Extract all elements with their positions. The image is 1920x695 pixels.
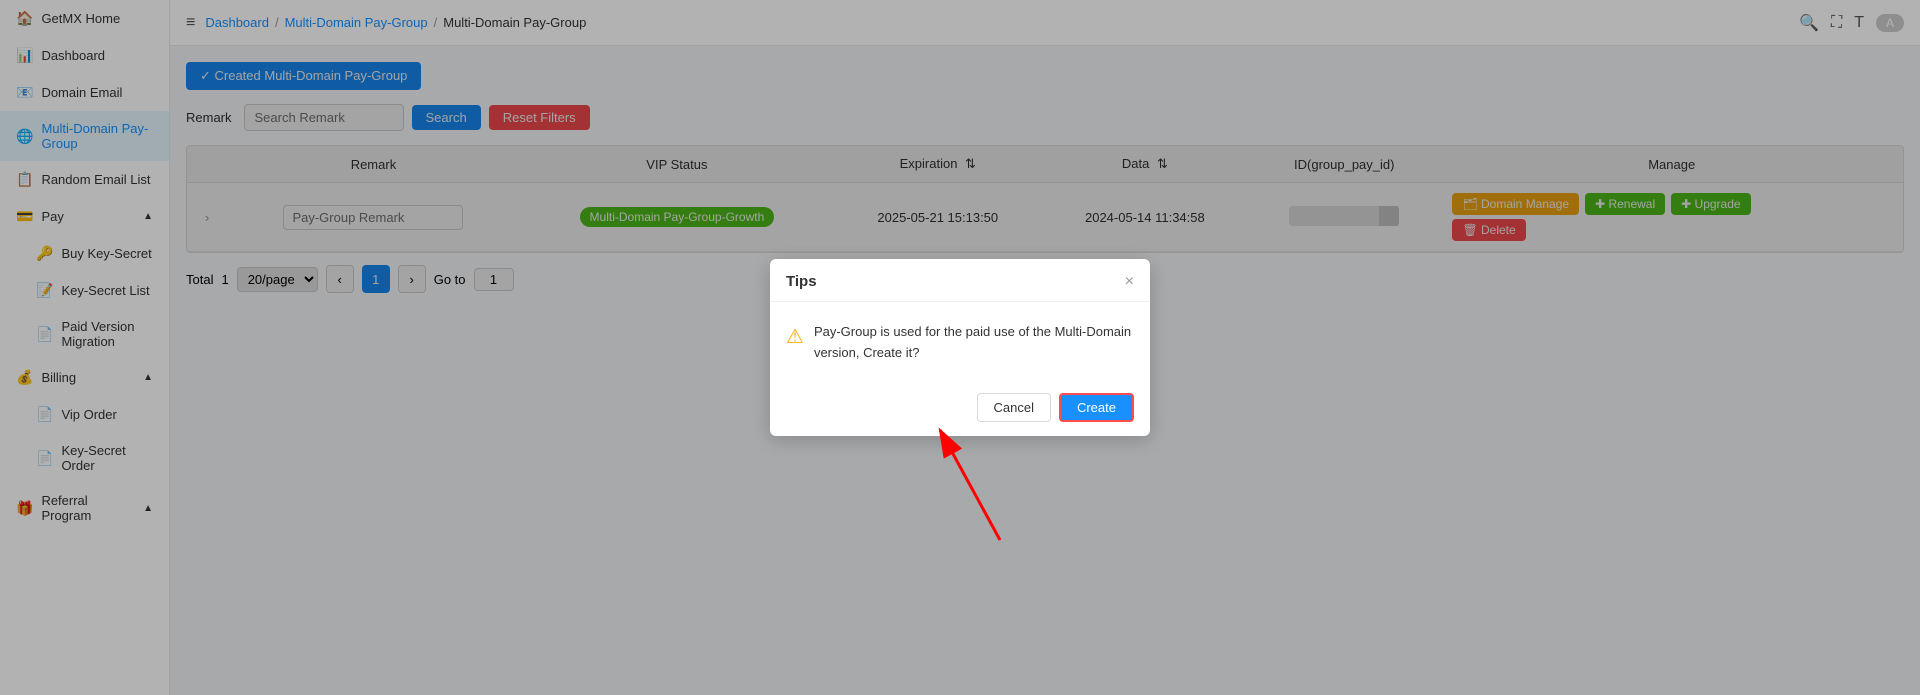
cancel-button[interactable]: Cancel: [977, 393, 1051, 422]
modal-body: ⚠ Pay-Group is used for the paid use of …: [770, 302, 1150, 384]
modal-overlay: Tips × ⚠ Pay-Group is used for the paid …: [0, 0, 1920, 695]
modal-title: Tips: [786, 273, 817, 290]
modal-message: Pay-Group is used for the paid use of th…: [814, 322, 1134, 364]
warning-icon: ⚠: [786, 324, 804, 349]
modal-footer: Cancel Create: [770, 383, 1150, 436]
modal-close-button[interactable]: ×: [1125, 273, 1134, 291]
create-button[interactable]: Create: [1059, 393, 1134, 422]
modal-header: Tips ×: [770, 259, 1150, 302]
tips-modal: Tips × ⚠ Pay-Group is used for the paid …: [770, 259, 1150, 437]
